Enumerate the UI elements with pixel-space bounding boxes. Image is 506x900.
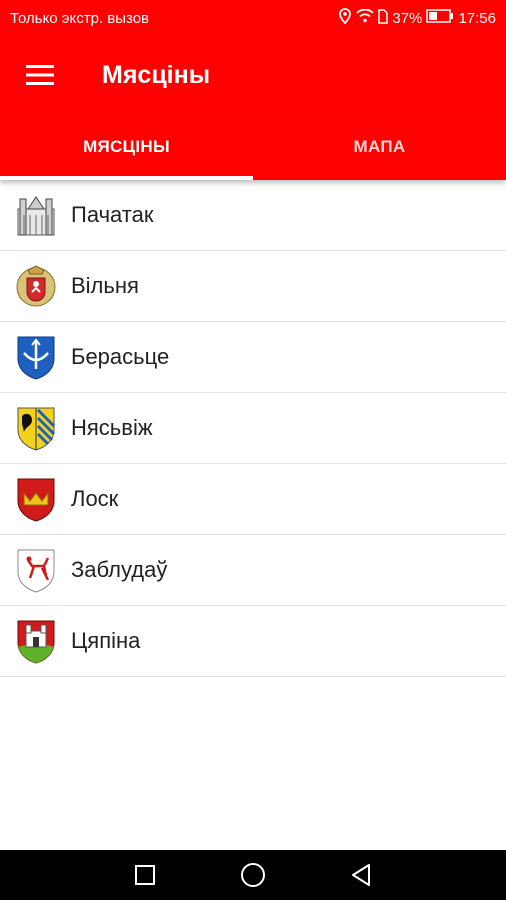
list-item[interactable]: Цяпіна	[0, 606, 506, 677]
recents-square-icon[interactable]	[130, 860, 160, 890]
app-bar: Мясціны	[0, 36, 506, 114]
system-nav-bar	[0, 850, 506, 900]
status-icons: 37% 17:56	[338, 8, 496, 28]
nesvizh-coat-of-arms-icon	[14, 404, 58, 452]
list-item-label: Лоск	[71, 486, 119, 511]
sim-icon	[378, 8, 389, 28]
list-item-label: Цяпіна	[71, 628, 141, 653]
hamburger-menu-icon[interactable]	[20, 55, 60, 95]
list-item[interactable]: Заблудаў	[0, 535, 506, 606]
tab-places-label: МЯСЦІНЫ	[83, 137, 170, 156]
brest-coat-of-arms-icon	[14, 333, 58, 381]
home-circle-icon[interactable]	[238, 860, 268, 890]
tab-map-label: МАПА	[353, 137, 406, 156]
list-item-label: Пачатак	[71, 202, 154, 227]
tab-places[interactable]: МЯСЦІНЫ	[0, 114, 253, 180]
list-item-label: Заблудаў	[71, 557, 168, 582]
losk-coat-of-arms-icon	[14, 475, 58, 523]
list-item[interactable]: Пачатак	[0, 180, 506, 251]
tab-bar: МЯСЦІНЫ МАПА	[0, 114, 506, 180]
list-item-label: Нясьвіж	[71, 415, 153, 440]
list-item[interactable]: Лоск	[0, 464, 506, 535]
tab-map[interactable]: МАПА	[253, 114, 506, 180]
back-triangle-icon[interactable]	[346, 860, 376, 890]
zabludow-coat-of-arms-icon	[14, 546, 58, 594]
list-item[interactable]: Нясьвіж	[0, 393, 506, 464]
list-item-label: Вільня	[71, 273, 139, 298]
list-item-label: Берасьце	[71, 344, 170, 369]
wifi-icon	[356, 8, 375, 27]
tsiapina-coat-of-arms-icon	[14, 617, 58, 665]
battery-percent: 37%	[392, 9, 423, 27]
places-list: Пачатак Вільня Берасьце Нясьвіж Лоск Заб…	[0, 180, 506, 677]
carrier-text: Только экстр. вызов	[10, 9, 150, 27]
battery-icon	[426, 9, 454, 27]
clock: 17:56	[458, 9, 496, 27]
status-bar: Только экстр. вызов 37% 17:56	[0, 0, 506, 36]
cathedral-sketch-icon	[14, 191, 58, 239]
vilnius-coat-of-arms-icon	[14, 262, 58, 310]
location-icon	[338, 8, 352, 28]
app-title: Мясціны	[102, 60, 211, 89]
list-item[interactable]: Берасьце	[0, 322, 506, 393]
list-item[interactable]: Вільня	[0, 251, 506, 322]
